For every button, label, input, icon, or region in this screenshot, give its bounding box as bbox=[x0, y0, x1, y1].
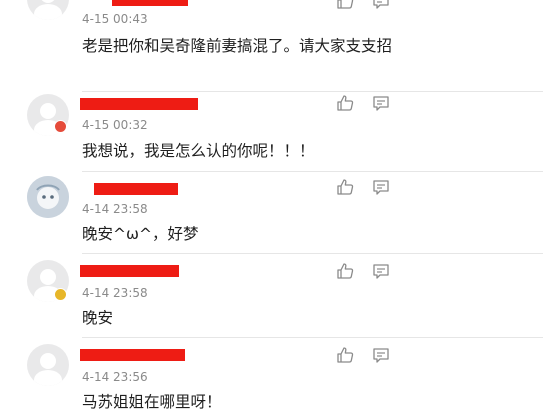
redacted-username bbox=[112, 0, 188, 6]
comment-icon[interactable] bbox=[372, 178, 390, 196]
comment-icon[interactable] bbox=[372, 262, 390, 280]
thumbs-up-icon[interactable] bbox=[336, 94, 354, 112]
comment-item: 4-14 23:58 晚安^ω^，好梦 bbox=[0, 172, 543, 254]
thumbs-up-icon[interactable] bbox=[336, 346, 354, 364]
thumbs-up-icon[interactable] bbox=[336, 178, 354, 196]
comment-time: 4-14 23:58 bbox=[82, 202, 148, 216]
comment-time: 4-15 00:43 bbox=[82, 12, 148, 26]
comment-text: 马苏姐姐在哪里呀！ bbox=[82, 393, 222, 411]
avatar[interactable] bbox=[27, 176, 69, 218]
comment-item: 4-14 23:58 晚安 bbox=[0, 254, 543, 338]
thumbs-up-icon[interactable] bbox=[336, 0, 354, 10]
comment-item: 4-15 00:43 老是把你和吴奇隆前妻搞混了。请大家支支招 bbox=[0, 0, 543, 92]
comment-text: 我想说，我是怎么认的你呢！！！ bbox=[82, 142, 315, 160]
comment-icon[interactable] bbox=[372, 346, 390, 364]
redacted-username bbox=[94, 183, 178, 195]
comment-icon[interactable] bbox=[372, 94, 390, 112]
comment-time: 4-14 23:56 bbox=[82, 370, 148, 384]
comment-text: 晚安 bbox=[82, 309, 114, 327]
comment-time: 4-14 23:58 bbox=[82, 286, 148, 300]
comment-text: 老是把你和吴奇隆前妻搞混了。请大家支支招 bbox=[82, 37, 393, 55]
redacted-username bbox=[80, 349, 185, 361]
comment-time: 4-15 00:32 bbox=[82, 118, 148, 132]
thumbs-up-icon[interactable] bbox=[336, 262, 354, 280]
comment-item: 4-14 23:56 马苏姐姐在哪里呀！ bbox=[0, 338, 543, 419]
redacted-username bbox=[80, 98, 198, 110]
verified-badge-icon bbox=[54, 288, 67, 301]
avatar[interactable] bbox=[27, 0, 69, 20]
comment-icon[interactable] bbox=[372, 0, 390, 10]
redacted-username bbox=[80, 265, 179, 277]
comment-item: 4-15 00:32 我想说，我是怎么认的你呢！！！ bbox=[0, 92, 543, 172]
avatar[interactable] bbox=[27, 344, 69, 386]
verified-badge-icon bbox=[54, 120, 67, 133]
comment-text: 晚安^ω^，好梦 bbox=[82, 225, 199, 243]
